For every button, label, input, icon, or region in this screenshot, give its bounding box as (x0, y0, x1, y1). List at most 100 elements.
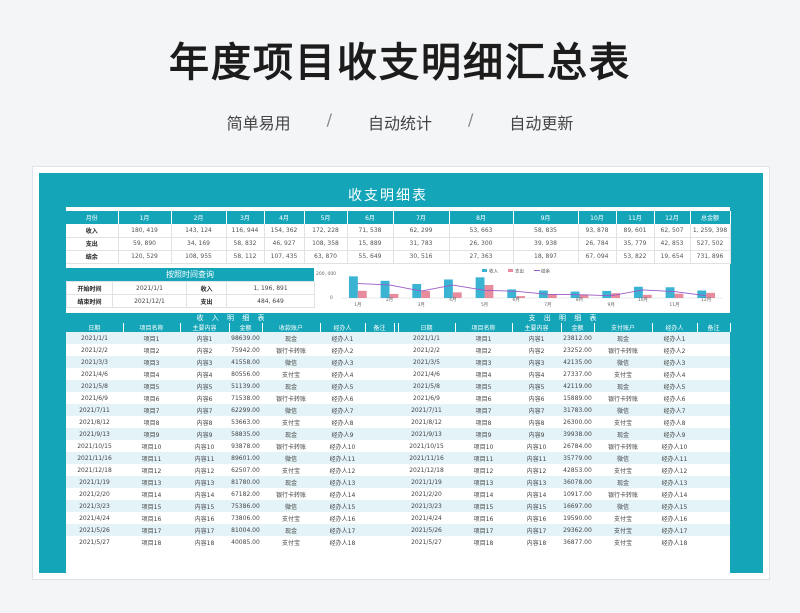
income-cell[interactable]: 项目14 (123, 488, 180, 500)
income-cell[interactable]: 2021/3/3 (66, 356, 123, 368)
income-cell[interactable]: 内容1 (180, 332, 229, 344)
income-cell[interactable] (365, 440, 394, 452)
expense-cell[interactable] (697, 512, 730, 524)
expense-cell[interactable]: 2021/2/2 (398, 344, 455, 356)
income-cell[interactable] (365, 356, 394, 368)
expense-cell[interactable]: 内容8 (512, 416, 561, 428)
income-cell[interactable] (365, 524, 394, 536)
income-cell[interactable]: 75942.00 (229, 344, 262, 356)
expense-cell[interactable]: 银行卡转账 (594, 440, 652, 452)
expense-cell[interactable]: 项目13 (455, 476, 512, 488)
expense-cell[interactable] (697, 476, 730, 488)
start-time-input[interactable]: 2021/1/1 (112, 281, 187, 295)
income-cell[interactable]: 现金 (262, 476, 320, 488)
income-cell[interactable]: 经办人6 (320, 392, 365, 404)
income-cell[interactable]: 内容4 (180, 368, 229, 380)
expense-cell[interactable]: 42119.00 (561, 380, 594, 392)
expense-cell[interactable]: 经办人18 (652, 536, 697, 548)
expense-cell[interactable]: 经办人5 (652, 380, 697, 392)
income-cell[interactable]: 项目17 (123, 524, 180, 536)
income-cell[interactable]: 53663.00 (229, 416, 262, 428)
income-cell[interactable] (365, 488, 394, 500)
expense-cell[interactable]: 19590.00 (561, 512, 594, 524)
income-cell[interactable]: 经办人13 (320, 476, 365, 488)
expense-cell[interactable]: 经办人17 (652, 524, 697, 536)
expense-cell[interactable]: 经办人13 (652, 476, 697, 488)
income-cell[interactable]: 经办人18 (320, 536, 365, 548)
income-cell[interactable]: 2021/8/12 (66, 416, 123, 428)
expense-cell[interactable]: 项目12 (455, 464, 512, 476)
expense-cell[interactable]: 经办人9 (652, 428, 697, 440)
income-cell[interactable]: 内容13 (180, 476, 229, 488)
income-cell[interactable] (365, 512, 394, 524)
income-cell[interactable] (365, 416, 394, 428)
income-cell[interactable]: 项目4 (123, 368, 180, 380)
income-cell[interactable]: 项目15 (123, 500, 180, 512)
income-cell[interactable]: 微信 (262, 452, 320, 464)
income-cell[interactable]: 项目7 (123, 404, 180, 416)
income-cell[interactable]: 67182.00 (229, 488, 262, 500)
expense-cell[interactable] (697, 440, 730, 452)
income-cell[interactable]: 73806.00 (229, 512, 262, 524)
expense-cell[interactable]: 经办人11 (652, 452, 697, 464)
expense-cell[interactable]: 27337.00 (561, 368, 594, 380)
income-cell[interactable]: 项目5 (123, 380, 180, 392)
expense-cell[interactable]: 现金 (594, 476, 652, 488)
expense-cell[interactable]: 2021/4/24 (398, 512, 455, 524)
expense-cell[interactable]: 经办人15 (652, 500, 697, 512)
expense-cell[interactable]: 项目17 (455, 524, 512, 536)
expense-cell[interactable] (697, 416, 730, 428)
income-cell[interactable]: 81780.00 (229, 476, 262, 488)
expense-cell[interactable]: 2021/6/9 (398, 392, 455, 404)
expense-cell[interactable]: 银行卡转账 (594, 344, 652, 356)
income-cell[interactable]: 银行卡转账 (262, 392, 320, 404)
expense-cell[interactable] (697, 332, 730, 344)
income-cell[interactable]: 项目11 (123, 452, 180, 464)
income-cell[interactable]: 银行卡转账 (262, 344, 320, 356)
income-cell[interactable]: 58835.00 (229, 428, 262, 440)
expense-cell[interactable]: 项目4 (455, 368, 512, 380)
expense-cell[interactable]: 支付宝 (594, 512, 652, 524)
income-cell[interactable]: 经办人5 (320, 380, 365, 392)
expense-cell[interactable]: 项目3 (455, 356, 512, 368)
income-cell[interactable]: 项目2 (123, 344, 180, 356)
expense-cell[interactable]: 2021/4/6 (398, 368, 455, 380)
income-cell[interactable]: 93878.00 (229, 440, 262, 452)
income-cell[interactable]: 经办人12 (320, 464, 365, 476)
income-cell[interactable] (365, 332, 394, 344)
income-cell[interactable]: 经办人8 (320, 416, 365, 428)
expense-cell[interactable]: 内容3 (512, 356, 561, 368)
income-cell[interactable]: 支付宝 (262, 464, 320, 476)
expense-cell[interactable]: 银行卡转账 (594, 488, 652, 500)
expense-cell[interactable]: 项目1 (455, 332, 512, 344)
income-cell[interactable]: 项目8 (123, 416, 180, 428)
expense-cell[interactable]: 微信 (594, 452, 652, 464)
expense-cell[interactable]: 项目5 (455, 380, 512, 392)
expense-cell[interactable]: 36877.00 (561, 536, 594, 548)
income-cell[interactable]: 2021/4/24 (66, 512, 123, 524)
income-cell[interactable] (365, 392, 394, 404)
income-cell[interactable]: 62507.00 (229, 464, 262, 476)
income-cell[interactable]: 81004.00 (229, 524, 262, 536)
expense-cell[interactable]: 42853.00 (561, 464, 594, 476)
income-cell[interactable]: 51139.00 (229, 380, 262, 392)
expense-cell[interactable]: 经办人8 (652, 416, 697, 428)
expense-cell[interactable] (697, 428, 730, 440)
income-cell[interactable]: 支付宝 (262, 416, 320, 428)
expense-cell[interactable]: 内容18 (512, 536, 561, 548)
expense-cell[interactable]: 内容10 (512, 440, 561, 452)
expense-cell[interactable]: 支付宝 (594, 368, 652, 380)
expense-cell[interactable]: 16697.00 (561, 500, 594, 512)
expense-cell[interactable]: 2021/11/16 (398, 452, 455, 464)
income-cell[interactable]: 71538.00 (229, 392, 262, 404)
income-cell[interactable]: 现金 (262, 380, 320, 392)
expense-cell[interactable]: 项目7 (455, 404, 512, 416)
expense-cell[interactable]: 项目14 (455, 488, 512, 500)
expense-cell[interactable]: 2021/5/27 (398, 536, 455, 548)
income-cell[interactable]: 内容11 (180, 452, 229, 464)
income-cell[interactable] (365, 476, 394, 488)
expense-cell[interactable]: 项目9 (455, 428, 512, 440)
income-cell[interactable]: 98639.00 (229, 332, 262, 344)
income-cell[interactable]: 项目18 (123, 536, 180, 548)
expense-cell[interactable]: 现金 (594, 428, 652, 440)
